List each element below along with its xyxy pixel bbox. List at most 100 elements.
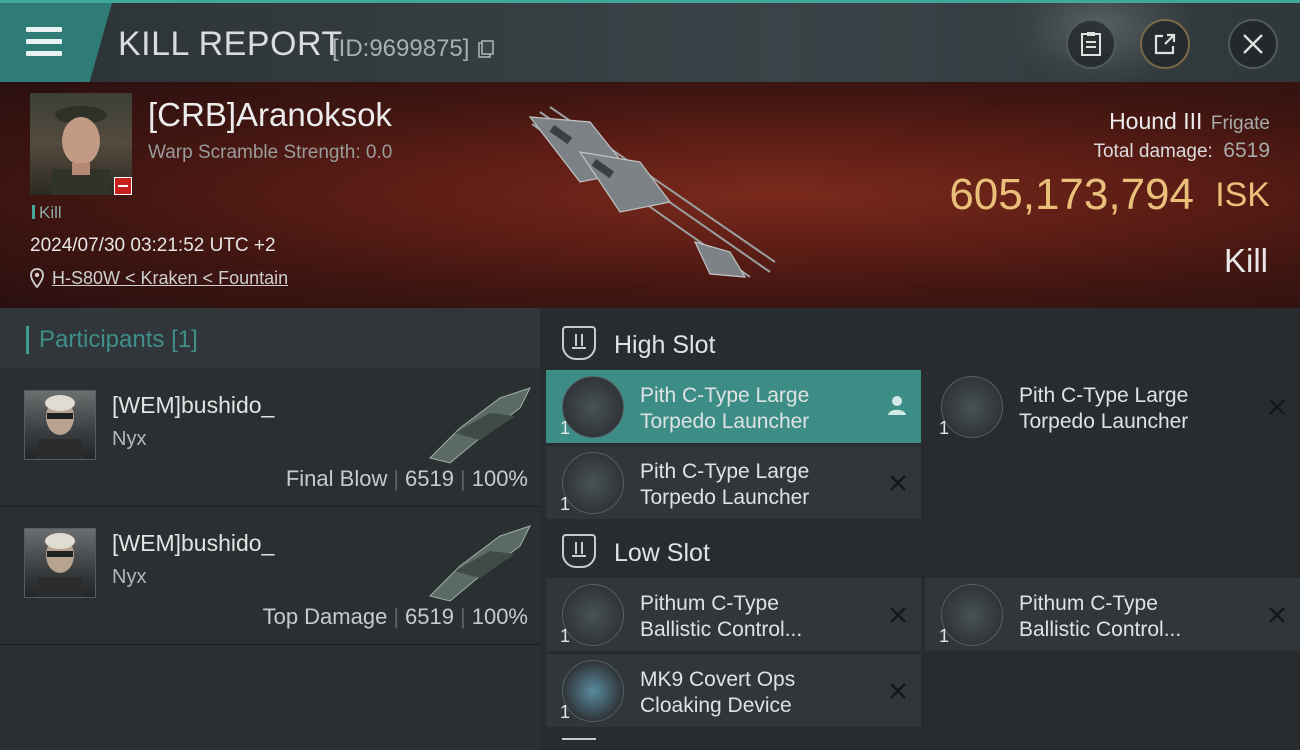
high-slot-title: High Slot bbox=[614, 331, 716, 359]
low-slot-title: Low Slot bbox=[614, 539, 710, 567]
kill-datetime: 2024/07/30 03:21:52 UTC +2 bbox=[30, 235, 276, 256]
module-name: MK9 Covert Ops Cloaking Device bbox=[640, 667, 880, 719]
module-slot[interactable]: 1 Pithum C-Type Ballistic Control... bbox=[925, 578, 1300, 651]
participants-panel: Participants [1] [WEM]bushido_ Nyx Final… bbox=[0, 308, 540, 750]
module-name: Pith C-Type Large Torpedo Launcher bbox=[1019, 383, 1259, 435]
participants-title-text: Participants bbox=[39, 326, 165, 353]
close-button[interactable] bbox=[1228, 19, 1278, 69]
participant-damage: 6519 bbox=[405, 604, 454, 629]
module-quantity: 1 bbox=[939, 418, 950, 438]
warp-scramble-strength: Warp Scramble Strength: 0.0 bbox=[148, 142, 393, 163]
close-icon[interactable] bbox=[889, 606, 907, 624]
participant-portrait[interactable] bbox=[24, 528, 96, 598]
kill-tag: Kill bbox=[32, 203, 62, 223]
participant-damage: 6519 bbox=[405, 466, 454, 491]
module-name: Pithum C-Type Ballistic Control... bbox=[640, 591, 880, 643]
character-portrait-icon bbox=[37, 395, 83, 459]
module-name-line1: Pithum C-Type bbox=[1019, 592, 1158, 615]
module-quantity: 1 bbox=[560, 626, 571, 646]
participant-percent: 100% bbox=[471, 604, 528, 629]
participant-row[interactable]: [WEM]bushido_ Nyx Final Blow | 6519 | 100% bbox=[0, 370, 540, 507]
module-name-line1: Pith C-Type Large bbox=[640, 384, 810, 407]
clipboard-icon bbox=[1081, 32, 1101, 56]
module-name-line2: Torpedo Launcher bbox=[1019, 410, 1189, 433]
participant-row[interactable]: [WEM]bushido_ Nyx Top Damage | 6519 | 100% bbox=[0, 508, 540, 645]
close-icon[interactable] bbox=[889, 682, 907, 700]
total-damage-label: Total damage: bbox=[1093, 141, 1213, 162]
menu-icon-line bbox=[26, 39, 62, 44]
module-slot[interactable]: 1 Pith C-Type Large Torpedo Launcher bbox=[925, 370, 1300, 443]
torpedo-launcher-icon bbox=[562, 452, 624, 514]
low-slot-header: Low Slot bbox=[540, 520, 1300, 580]
character-portrait-icon bbox=[37, 533, 83, 597]
share-icon bbox=[1154, 33, 1176, 55]
module-slot[interactable]: 1 Pithum C-Type Ballistic Control... bbox=[546, 578, 921, 651]
torpedo-launcher-icon bbox=[941, 376, 1003, 438]
top-bar: KILL REPORT [ID:9699875] bbox=[0, 0, 1300, 82]
participant-portrait[interactable] bbox=[24, 390, 96, 460]
participant-name[interactable]: [WEM]bushido_ bbox=[112, 530, 274, 557]
module-name: Pithum C-Type Ballistic Control... bbox=[1019, 591, 1259, 643]
clipboard-button[interactable] bbox=[1066, 19, 1116, 69]
ship-class: Frigate bbox=[1210, 113, 1270, 134]
participant-stats: Final Blow | 6519 | 100% bbox=[285, 466, 528, 491]
participant-percent: 100% bbox=[471, 466, 528, 491]
location-pin-icon bbox=[30, 268, 44, 288]
menu-button[interactable] bbox=[0, 3, 112, 82]
menu-icon-line bbox=[26, 51, 62, 56]
ship-line: Hound III Frigate bbox=[1093, 108, 1270, 135]
location-link[interactable]: H-S80W < Kraken < Fountain bbox=[52, 268, 288, 289]
module-quantity: 1 bbox=[560, 418, 571, 438]
share-button[interactable] bbox=[1140, 19, 1190, 69]
module-quantity: 1 bbox=[560, 494, 571, 514]
victim-ship-art bbox=[528, 106, 776, 278]
participants-count: [1] bbox=[171, 326, 198, 353]
victim-name[interactable]: [CRB]Aranoksok bbox=[148, 96, 392, 134]
isk-value: 605,173,794 bbox=[949, 170, 1194, 219]
participant-stats: Top Damage | 6519 | 100% bbox=[262, 604, 528, 629]
ballistic-control-icon bbox=[562, 584, 624, 646]
next-slot-icon bbox=[562, 738, 596, 750]
module-name-line1: Pithum C-Type bbox=[640, 592, 779, 615]
module-name-line2: Cloaking Device bbox=[640, 694, 792, 717]
copy-icon[interactable] bbox=[478, 40, 494, 58]
module-slot[interactable]: 1 MK9 Covert Ops Cloaking Device bbox=[546, 654, 921, 727]
close-icon[interactable] bbox=[889, 474, 907, 492]
module-name-line2: Torpedo Launcher bbox=[640, 486, 810, 509]
module-quantity: 1 bbox=[560, 702, 571, 722]
participants-header: Participants [1] bbox=[0, 308, 540, 368]
participant-ship-art bbox=[429, 525, 531, 602]
total-damage-value: 6519 bbox=[1223, 139, 1270, 162]
module-quantity: 1 bbox=[939, 626, 950, 646]
ship-name[interactable]: Hound III bbox=[1109, 108, 1202, 134]
module-name-line2: Ballistic Control... bbox=[640, 618, 803, 641]
module-name-line2: Torpedo Launcher bbox=[640, 410, 810, 433]
victim-portrait[interactable] bbox=[30, 93, 132, 195]
fitting-panel: High Slot 1 Pith C-Type Large Torpedo La… bbox=[540, 308, 1300, 750]
close-icon[interactable] bbox=[1268, 606, 1286, 624]
participant-name[interactable]: [WEM]bushido_ bbox=[112, 392, 274, 419]
participants-title: Participants [1] bbox=[26, 326, 198, 354]
module-name-line1: Pith C-Type Large bbox=[1019, 384, 1189, 407]
participant-ship-art bbox=[429, 387, 531, 464]
module-slot[interactable]: 1 Pith C-Type Large Torpedo Launcher bbox=[546, 370, 921, 443]
module-name-line2: Ballistic Control... bbox=[1019, 618, 1182, 641]
module-name-line1: MK9 Covert Ops bbox=[640, 668, 796, 691]
page-title: KILL REPORT bbox=[118, 25, 343, 63]
victim-banner: [CRB]Aranoksok Warp Scramble Strength: 0… bbox=[0, 82, 1300, 308]
high-slot-header: High Slot bbox=[540, 312, 1300, 372]
cloaking-device-icon bbox=[562, 660, 624, 722]
corp-minus-badge bbox=[114, 177, 132, 195]
module-slot[interactable]: 1 Pith C-Type Large Torpedo Launcher bbox=[546, 446, 921, 519]
module-name: Pith C-Type Large Torpedo Launcher bbox=[640, 383, 880, 435]
kill-result-label: Kill bbox=[1223, 242, 1268, 279]
module-name: Pith C-Type Large Torpedo Launcher bbox=[640, 459, 880, 511]
isk-unit: ISK bbox=[1215, 176, 1270, 214]
menu-icon-line bbox=[26, 27, 62, 32]
user-icon[interactable] bbox=[887, 394, 907, 416]
report-id-text: [ID:9699875] bbox=[332, 35, 470, 62]
high-slot-icon bbox=[562, 326, 596, 360]
close-icon bbox=[1243, 34, 1263, 54]
participant-role: Top Damage bbox=[262, 604, 388, 629]
close-icon[interactable] bbox=[1268, 398, 1286, 416]
